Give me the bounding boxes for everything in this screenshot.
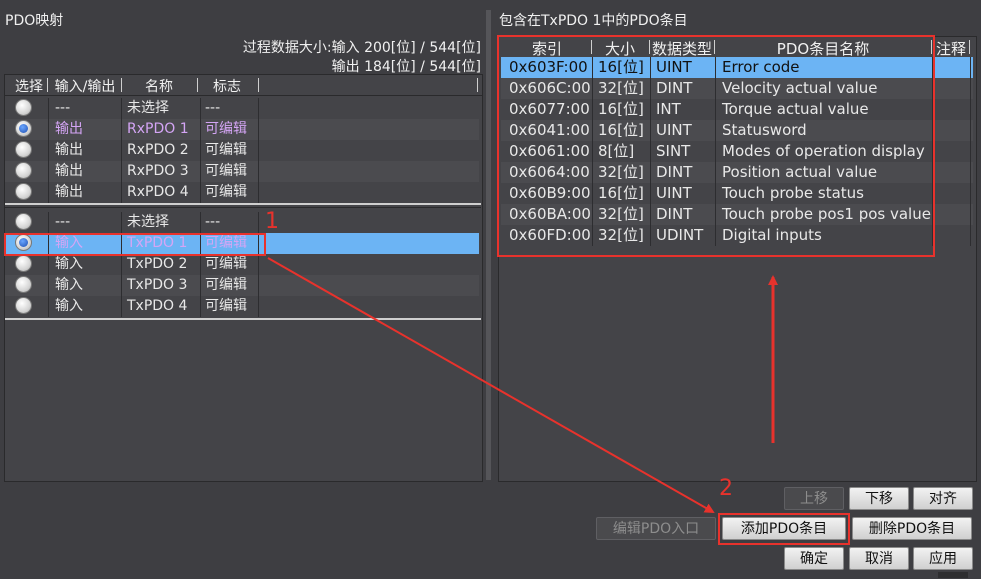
edit-pdo-entry-button[interactable]: 编辑PDO入口 (596, 517, 716, 540)
cancel-button[interactable]: 取消 (849, 547, 909, 570)
apply-button[interactable]: 应用 (913, 547, 973, 570)
resize-grip[interactable] (938, 572, 968, 578)
align-button[interactable]: 对齐 (913, 487, 973, 510)
move-down-button[interactable]: 下移 (849, 487, 909, 510)
ok-button[interactable]: 确定 (784, 547, 844, 570)
add-button-highlight-box (718, 513, 850, 545)
move-up-button[interactable]: 上移 (784, 487, 844, 510)
delete-pdo-entry-button[interactable]: 删除PDO条目 (852, 517, 972, 540)
arrow-to-add-button (267, 257, 715, 513)
